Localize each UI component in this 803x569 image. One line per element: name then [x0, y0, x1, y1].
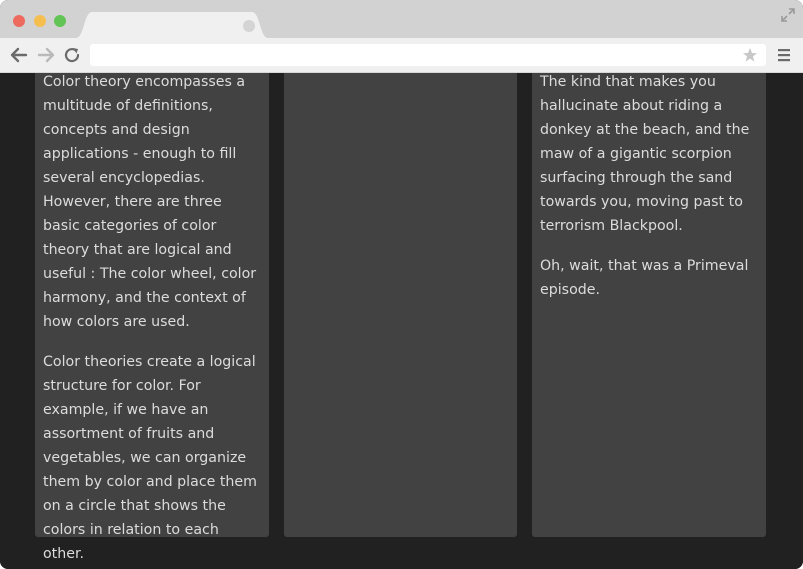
browser-toolbar [0, 38, 803, 73]
content-column-1: Color theory encompasses a multitude of … [35, 73, 269, 562]
column-1-paragraph-2: Color theories create a logical structur… [43, 354, 257, 562]
address-bar[interactable] [90, 44, 766, 66]
url-input[interactable] [98, 46, 742, 66]
forward-arrow-icon[interactable] [37, 47, 55, 63]
maximize-window-button[interactable] [54, 15, 66, 27]
browser-tab[interactable] [76, 12, 268, 38]
minimize-window-button[interactable] [34, 15, 46, 27]
column-3-paragraph-2: Oh, wait, that was a Primeval episode. [540, 258, 749, 298]
fullscreen-icon[interactable] [781, 8, 795, 22]
column-3-paragraph-1: The kind that makes you hallucinate abou… [540, 74, 750, 234]
reload-icon[interactable] [64, 47, 82, 63]
tab-shape [76, 12, 268, 38]
tab-close-icon[interactable] [243, 20, 255, 32]
menu-icon[interactable] [777, 48, 791, 62]
content-column-2 [284, 73, 517, 537]
tab-strip [0, 0, 803, 38]
back-arrow-icon[interactable] [10, 47, 28, 63]
content-column-3: The kind that makes you hallucinate abou… [532, 73, 766, 537]
column-1-paragraph-1: Color theory encompasses a multitude of … [43, 74, 257, 330]
browser-window: Color theory encompasses a multitude of … [0, 0, 803, 569]
bookmark-star-icon[interactable] [742, 47, 758, 63]
close-window-button[interactable] [13, 15, 25, 27]
page-content: Color theory encompasses a multitude of … [0, 73, 803, 569]
